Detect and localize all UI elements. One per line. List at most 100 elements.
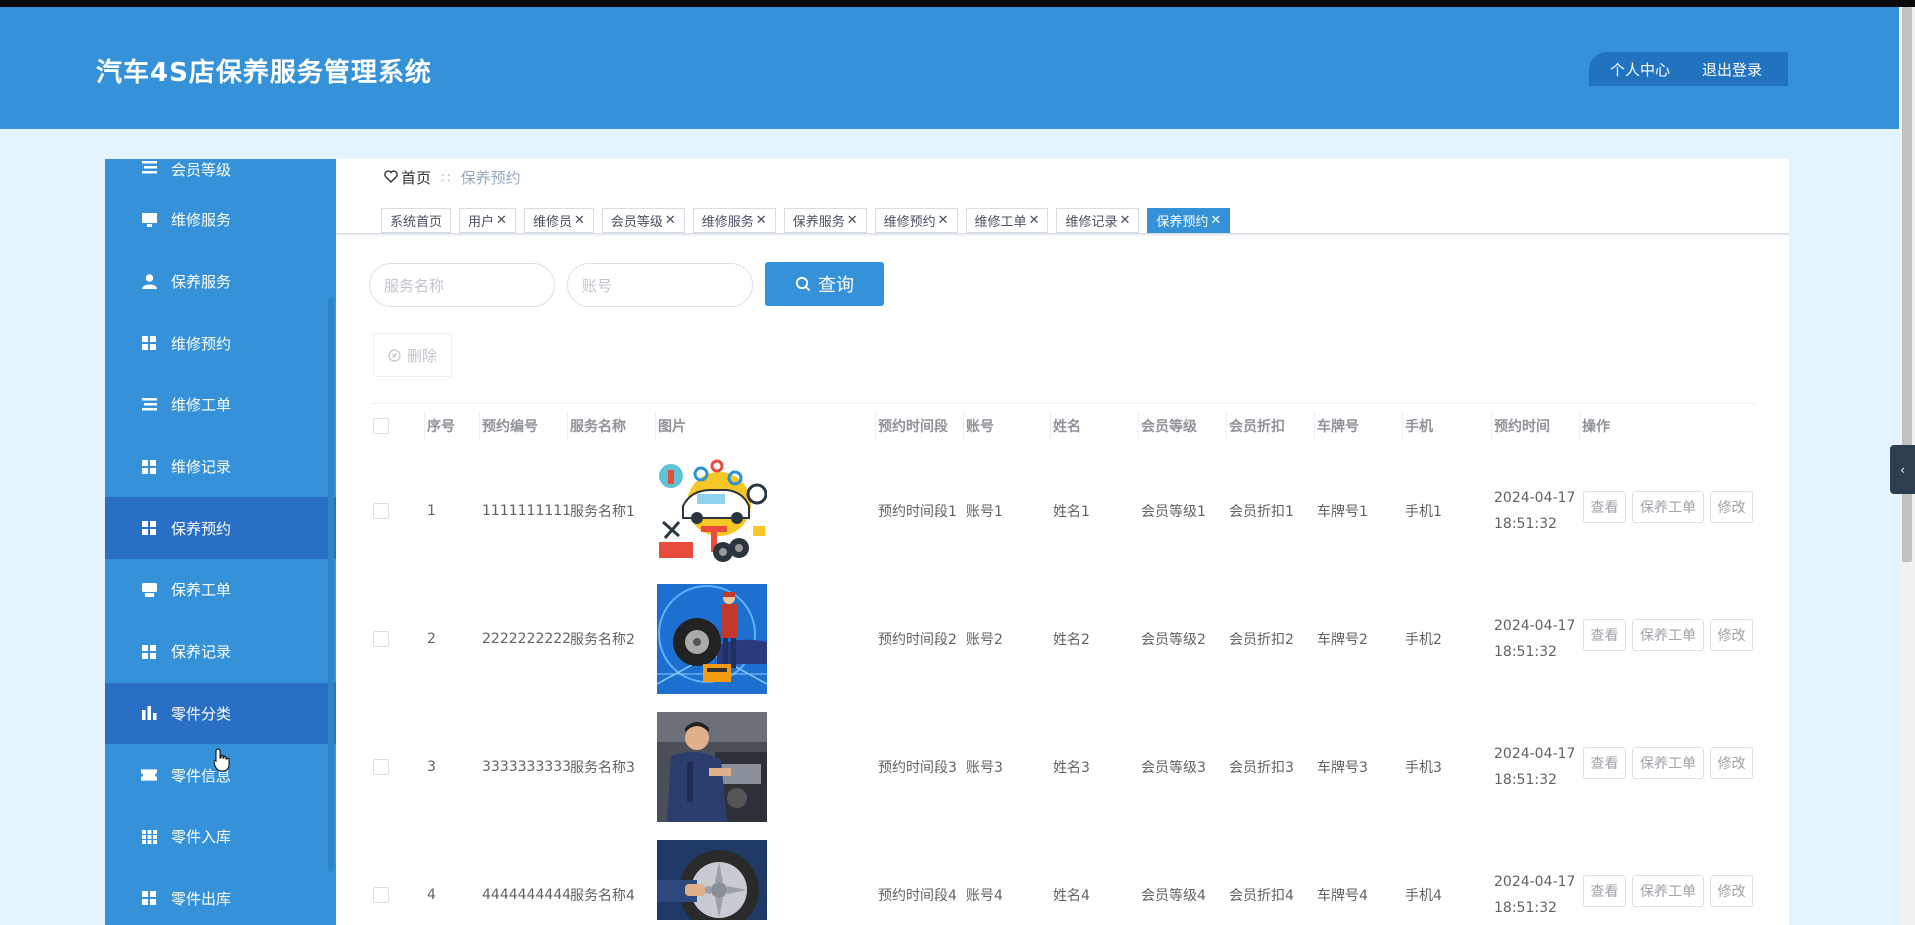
sidebar-item-label: 零件分类: [171, 704, 232, 723]
logout-link[interactable]: 退出登录: [1702, 59, 1762, 80]
row-checkbox[interactable]: [373, 887, 389, 903]
grid-icon: [141, 335, 157, 351]
tab-user[interactable]: 用户 ✕: [459, 208, 516, 233]
row-checkbox[interactable]: [373, 631, 389, 647]
edit-button[interactable]: 修改: [1710, 619, 1753, 651]
sidebar-item-part-stock-out[interactable]: 零件出库: [105, 868, 336, 925]
sidebar-item-member-level[interactable]: 会员等级: [105, 159, 336, 189]
cell-index: 4: [427, 887, 436, 903]
close-icon[interactable]: ✕: [574, 213, 585, 228]
service-image[interactable]: [657, 840, 767, 920]
service-image[interactable]: [657, 584, 767, 694]
tab-member-level[interactable]: 会员等级 ✕: [601, 208, 685, 233]
close-icon[interactable]: ✕: [1210, 213, 1221, 228]
chevron-left-icon: ‹: [1900, 462, 1905, 477]
user-menu: 个人中心 退出登录: [1589, 52, 1788, 86]
heart-icon: [384, 169, 398, 187]
maintenance-order-button[interactable]: 保养工单: [1632, 491, 1704, 523]
collapse-toggle-button[interactable]: ‹: [1890, 445, 1915, 494]
close-icon[interactable]: ✕: [756, 213, 767, 228]
cell-code: 1111111111: [482, 503, 572, 519]
maintenance-order-button[interactable]: 保养工单: [1632, 747, 1704, 779]
personal-center-link[interactable]: 个人中心: [1610, 59, 1670, 80]
column-header-phone: 手机: [1405, 419, 1433, 435]
cell-service: 服务名称3: [570, 760, 635, 776]
close-icon[interactable]: ✕: [496, 213, 507, 228]
cell-time: 2024-04-17 18:51:32: [1494, 447, 1575, 575]
grid-icon: [141, 644, 157, 660]
tab-repair-service[interactable]: 维修服务 ✕: [692, 208, 776, 233]
edit-button[interactable]: 修改: [1710, 747, 1753, 779]
cell-time: 2024-04-17 18:51:32: [1494, 703, 1575, 831]
tab-maintenance-service[interactable]: 保养服务 ✕: [783, 208, 867, 233]
edit-button[interactable]: 修改: [1710, 875, 1753, 907]
view-button[interactable]: 查看: [1583, 747, 1626, 779]
cell-time: 2024-04-17 18:51:32: [1494, 575, 1575, 703]
close-icon[interactable]: ✕: [1119, 213, 1130, 228]
row-checkbox[interactable]: [373, 503, 389, 519]
column-header-account: 账号: [966, 419, 994, 435]
close-icon[interactable]: ✕: [1029, 213, 1040, 228]
cell-account: 账号1: [966, 504, 1003, 520]
sidebar-item-maintenance-record[interactable]: 保养记录: [105, 621, 336, 683]
cell-date: 2024-04-17: [1494, 746, 1576, 762]
column-header-time: 预约时间: [1494, 419, 1550, 435]
column-divider: [479, 412, 480, 440]
service-image[interactable]: [657, 712, 767, 822]
list-icon: [141, 159, 157, 175]
tab-repairer[interactable]: 维修员 ✕: [523, 208, 594, 233]
tab-home[interactable]: 系统首页: [381, 208, 452, 233]
row-checkbox[interactable]: [373, 759, 389, 775]
sidebar-item-label: 保养服务: [171, 273, 232, 292]
column-divider: [1402, 412, 1403, 440]
maintenance-order-button[interactable]: 保养工单: [1632, 619, 1704, 651]
close-icon[interactable]: ✕: [665, 213, 676, 228]
tab-repair-record[interactable]: 维修记录 ✕: [1056, 208, 1140, 233]
view-button[interactable]: 查看: [1583, 875, 1626, 907]
breadcrumb-separator: ∷: [441, 168, 451, 187]
query-button[interactable]: 查询: [765, 262, 884, 306]
column-header-actions: 操作: [1582, 419, 1610, 435]
sidebar-item-part-category[interactable]: 零件分类: [105, 682, 336, 745]
sidebar-item-repair-order[interactable]: 维修工单: [105, 374, 336, 436]
cell-plate: 车牌号2: [1317, 632, 1368, 648]
sidebar-item-maintenance-order[interactable]: 保养工单: [105, 559, 336, 621]
column-divider: [1226, 412, 1227, 440]
tab-label: 维修预约: [883, 215, 936, 230]
app-header: 汽车4S店保养服务管理系统 个人中心 退出登录: [0, 7, 1915, 129]
close-icon[interactable]: ✕: [847, 213, 858, 228]
column-header-level: 会员等级: [1141, 419, 1197, 435]
view-button[interactable]: 查看: [1583, 619, 1626, 651]
table-icon: [141, 829, 157, 845]
breadcrumb-home[interactable]: 首页: [384, 167, 431, 188]
tab-repair-booking[interactable]: 维修预约 ✕: [874, 208, 958, 233]
tab-repair-order[interactable]: 维修工单 ✕: [965, 208, 1049, 233]
grid-icon: [141, 520, 157, 536]
account-input[interactable]: 账号: [567, 263, 753, 307]
delete-button[interactable]: 删除: [373, 333, 452, 377]
cell-account: 账号3: [966, 760, 1003, 776]
column-divider: [1314, 412, 1315, 440]
sidebar-item-part-stock-in[interactable]: 零件入库: [105, 806, 336, 868]
service-name-input[interactable]: 服务名称: [369, 263, 555, 307]
close-icon[interactable]: ✕: [938, 213, 949, 228]
sidebar-item-maintenance-booking[interactable]: 保养预约: [105, 497, 336, 560]
column-divider: [1138, 412, 1139, 440]
cell-slot: 预约时间段3: [878, 760, 957, 776]
breadcrumb-home-label: 首页: [401, 169, 432, 187]
sidebar-item-repair-record[interactable]: 维修记录: [105, 436, 336, 498]
sidebar-scrollbar[interactable]: [328, 297, 334, 872]
edit-button[interactable]: 修改: [1710, 491, 1753, 523]
view-button[interactable]: 查看: [1583, 491, 1626, 523]
sidebar-item-repair-booking[interactable]: 维修预约: [105, 312, 336, 374]
service-image[interactable]: [657, 456, 767, 566]
sidebar-item-label: 维修记录: [171, 458, 232, 477]
sidebar-item-repair-service[interactable]: 维修服务: [105, 189, 336, 251]
breadcrumb-current: 保养预约: [460, 169, 521, 187]
cell-code: 4444444444: [482, 887, 572, 903]
sidebar-item-label: 保养预约: [171, 519, 232, 538]
tab-maintenance-booking[interactable]: 保养预约 ✕: [1147, 208, 1231, 233]
sidebar-item-maintenance-service[interactable]: 保养服务: [105, 251, 336, 313]
maintenance-order-button[interactable]: 保养工单: [1632, 875, 1704, 907]
select-all-checkbox[interactable]: [373, 418, 389, 434]
